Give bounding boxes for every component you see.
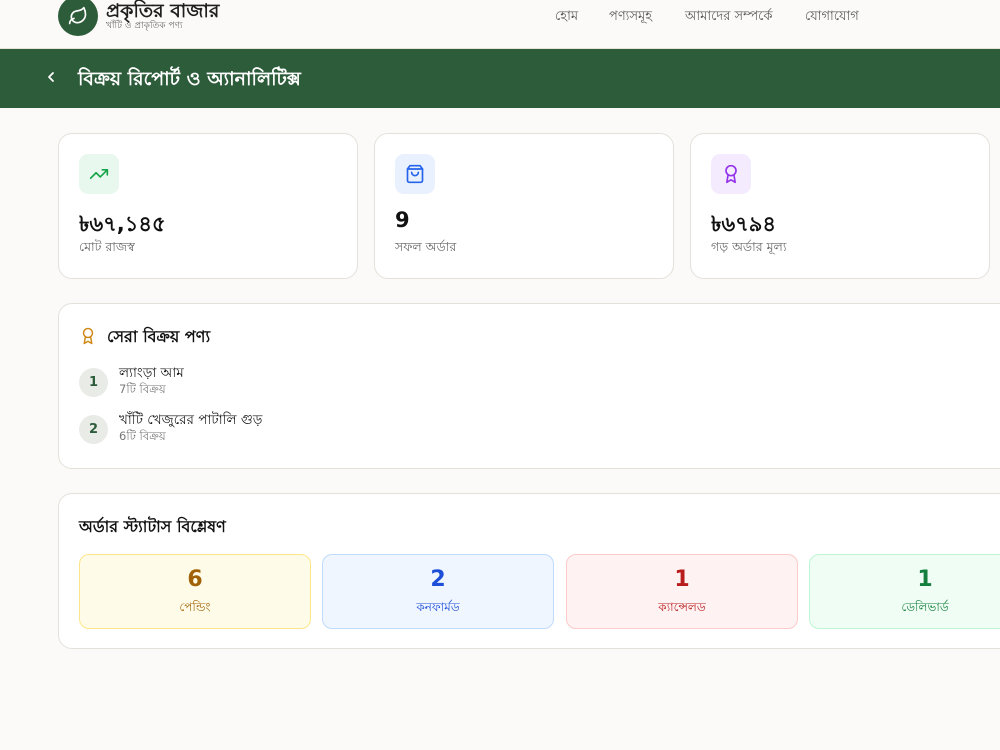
stat-card-orders: 9 সফল অর্ডার — [374, 133, 674, 279]
trending-up-icon — [79, 154, 119, 194]
award-icon — [711, 154, 751, 194]
order-status-card: অর্ডার স্ট্যাটাস বিশ্লেষণ 6 পেন্ডিং 2 কন… — [58, 493, 1000, 649]
status-box-confirmed: 2 কনফার্মড — [322, 554, 554, 629]
status-box-cancelled: 1 ক্যান্সেলড — [566, 554, 798, 629]
stat-card-revenue: ৳৬৭,১৪৫ মোট রাজস্ব — [58, 133, 358, 279]
product-sales: 7টি বিক্রয় — [119, 382, 166, 396]
nav-link-home[interactable]: হোম — [555, 7, 578, 28]
shopping-bag-icon — [395, 154, 435, 194]
leaf-logo-icon[interactable] — [58, 0, 98, 36]
stat-value: ৳৬৭,১৪৫ — [79, 212, 166, 236]
status-count: 2 — [430, 567, 446, 592]
stat-label: মোট রাজস্ব — [79, 239, 135, 254]
status-label: কনফার্মড — [416, 600, 460, 614]
stat-label: সফল অর্ডার — [395, 239, 457, 254]
nav-link-contact[interactable]: যোগাযোগ — [805, 7, 859, 28]
brand-subtitle: খাঁটি ও প্রাকৃতিক পণ্য — [106, 21, 183, 31]
stat-card-avg-order: ৳৬৭৯৪ গড় অর্ডার মূল্য — [690, 133, 990, 279]
stat-value: ৳৬৭৯৪ — [711, 212, 777, 236]
product-sales: 6টি বিক্রয় — [119, 429, 166, 443]
top-navbar: প্রকৃতির বাজার খাঁটি ও প্রাকৃতিক পণ্য হো… — [0, 0, 1000, 49]
status-count: 6 — [187, 567, 203, 592]
rank-badge: 2 — [79, 415, 108, 444]
award-icon — [79, 326, 97, 350]
status-box-delivered: 1 ডেলিভার্ড — [809, 554, 1000, 629]
top-products-header: সেরা বিক্রয় পণ্য — [79, 324, 210, 351]
nav-link-about[interactable]: আমাদের সম্পর্কে — [685, 7, 772, 28]
status-count: 1 — [917, 567, 933, 592]
status-label: ডেলিভার্ড — [901, 600, 949, 614]
status-box-pending: 6 পেন্ডিং — [79, 554, 311, 629]
top-products-card: সেরা বিক্রয় পণ্য 1 ল্যাংড়া আম 7টি বিক্… — [58, 303, 1000, 469]
rank-badge: 1 — [79, 368, 108, 397]
status-count: 1 — [674, 567, 690, 592]
stat-label: গড় অর্ডার মূল্য — [711, 239, 787, 254]
stat-value: 9 — [395, 208, 410, 232]
page-title: বিক্রয় রিপোর্ট ও অ্যানালিটিক্স — [78, 68, 301, 90]
page-banner: বিক্রয় রিপোর্ট ও অ্যানালিটিক্স — [0, 49, 1000, 108]
nav-link-products[interactable]: পণ্যসমূহ — [609, 7, 652, 28]
section-title: সেরা বিক্রয় পণ্য — [107, 327, 211, 346]
section-title: অর্ডার স্ট্যাটাস বিশ্লেষণ — [79, 517, 226, 536]
status-label: পেন্ডিং — [179, 600, 211, 614]
status-label: ক্যান্সেলড — [658, 600, 706, 614]
back-arrow-icon[interactable] — [44, 67, 60, 87]
